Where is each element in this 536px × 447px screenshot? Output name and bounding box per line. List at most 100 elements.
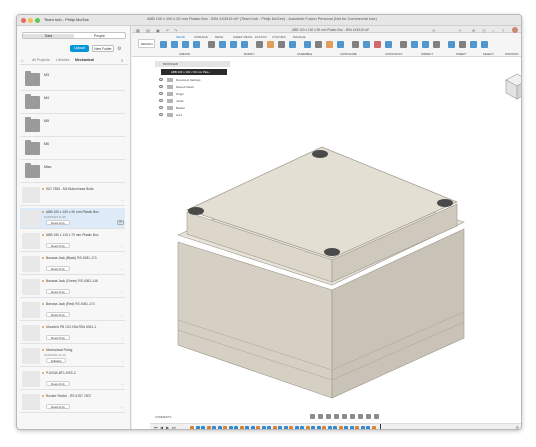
file-status-dropdown[interactable]: Editable [46, 358, 67, 363]
browser-header[interactable]: BROWSER [155, 61, 230, 67]
more-options-icon[interactable]: ⋯ [121, 359, 124, 363]
more-options-icon[interactable]: ⋯ [121, 290, 124, 294]
tool-icon[interactable] [256, 41, 263, 48]
timeline-feature-icon[interactable] [228, 426, 233, 429]
visibility-eye-icon[interactable] [159, 85, 163, 88]
tab-mesh[interactable]: MESH [215, 35, 223, 39]
timeline-start-icon[interactable]: ⏮ [154, 425, 158, 429]
tool-icon[interactable] [278, 41, 285, 48]
tool-icon[interactable] [160, 41, 167, 48]
tool-icon[interactable] [374, 41, 381, 48]
save-icon[interactable]: ▣ [156, 28, 160, 33]
nav-tool-icon[interactable] [342, 414, 347, 419]
visibility-eye-icon[interactable] [159, 92, 163, 95]
folder-row[interactable]: M3 [20, 70, 125, 91]
tool-icon[interactable] [481, 41, 488, 48]
file-status-dropdown[interactable]: Read-Only [46, 335, 70, 340]
nav-tool-icon[interactable] [310, 414, 315, 419]
visibility-eye-icon[interactable] [159, 78, 163, 81]
tool-icon[interactable] [182, 41, 189, 48]
tool-icon[interactable] [400, 41, 407, 48]
group-assemble[interactable]: ASSEMBLE [297, 52, 312, 56]
file-row[interactable]: Banana Jack (Black) RS 4081-174 Read-Only… [20, 254, 125, 275]
tab-sheet-metal[interactable]: SHEET METAL [233, 35, 253, 39]
timeline-feature-icon[interactable] [311, 426, 315, 429]
file-status-dropdown[interactable]: Read-Only [46, 312, 70, 317]
timeline-marker[interactable] [380, 424, 381, 429]
file-row[interactable]: ISO 7380 - M4 Buttonhead Bolts ⋯ [20, 185, 125, 206]
file-status-dropdown[interactable]: Read-Only [46, 266, 70, 271]
timeline-feature-icon[interactable] [333, 426, 337, 429]
tab-people[interactable]: People [74, 34, 125, 38]
timeline-feature-icon[interactable] [294, 426, 299, 429]
minimize-window-button[interactable] [28, 18, 33, 23]
tool-icon[interactable] [289, 41, 296, 48]
timeline-feature-icon[interactable] [283, 426, 288, 429]
avatar[interactable] [512, 26, 518, 33]
timeline-feature-icon[interactable] [234, 426, 238, 429]
folder-row[interactable]: M4 [20, 93, 125, 114]
tab-solid[interactable]: SOLID [176, 35, 185, 39]
file-status-dropdown[interactable]: Read-Only [46, 289, 70, 294]
timeline-feature-icon[interactable] [261, 426, 266, 429]
file-menu-icon[interactable]: ▤ [146, 28, 150, 33]
visibility-eye-icon[interactable] [159, 106, 163, 109]
job-status-icon[interactable]: ◷ [482, 28, 486, 33]
tool-icon[interactable] [411, 41, 418, 48]
new-folder-button[interactable]: New Folder [92, 45, 114, 52]
tool-icon[interactable] [337, 41, 344, 48]
timeline-feature-icon[interactable] [278, 426, 282, 429]
tool-icon[interactable] [352, 41, 359, 48]
more-options-icon[interactable]: ⋯ [121, 382, 124, 386]
timeline-back-icon[interactable]: ◀ [160, 425, 163, 429]
tab-data[interactable]: Data [23, 34, 74, 38]
timeline-feature-icon[interactable] [272, 426, 277, 429]
timeline-feature-icon[interactable] [201, 426, 205, 429]
grid-menu-icon[interactable]: ▦ [136, 28, 140, 33]
nav-tool-icon[interactable] [350, 414, 355, 419]
group-create[interactable]: CREATE [179, 52, 190, 56]
timeline-end-icon[interactable]: ⏭ [172, 425, 176, 429]
group-modify[interactable]: MODIFY [244, 52, 255, 56]
nav-tool-icon[interactable] [326, 414, 331, 419]
timeline-play-icon[interactable]: ▶ [166, 425, 169, 429]
tool-icon[interactable] [267, 41, 274, 48]
tool-icon[interactable] [315, 41, 322, 48]
timeline-feature-icon[interactable] [239, 426, 244, 429]
timeline-feature-icon[interactable] [217, 426, 222, 429]
tool-icon[interactable] [241, 41, 248, 48]
tool-icon[interactable] [433, 41, 440, 48]
more-options-icon[interactable]: ⋯ [121, 336, 124, 340]
group-select[interactable]: SELECT [483, 52, 494, 56]
comments-panel[interactable]: COMMENTS [155, 415, 171, 419]
nav-tool-icon[interactable] [358, 414, 363, 419]
nav-tool-icon[interactable] [318, 414, 323, 419]
undo-icon[interactable]: ↶ [166, 28, 169, 33]
file-status-dropdown[interactable]: Read-Only [46, 243, 70, 248]
nav-tool-icon[interactable] [366, 414, 371, 419]
folder-row[interactable]: Misc [20, 162, 125, 183]
extensions-icon[interactable]: ⊕ [472, 28, 475, 33]
timeline-feature-icon[interactable] [223, 426, 227, 429]
tab-plastic[interactable]: PLASTIC [255, 35, 267, 39]
group-insert[interactable]: INSERT [456, 52, 466, 56]
home-icon[interactable]: ⌂ [21, 58, 24, 63]
group-position[interactable]: POSITION [505, 52, 518, 56]
timeline[interactable]: ⏮ ◀ ▶ ⏭ ⚙ [150, 423, 521, 429]
group-construct[interactable]: CONSTRUCT [385, 52, 403, 56]
file-status-dropdown[interactable]: Read-Only [46, 220, 70, 225]
search-icon[interactable]: ⌕ [121, 58, 124, 63]
timeline-feature-icon[interactable] [366, 426, 370, 429]
timeline-feature-icon[interactable] [316, 426, 321, 429]
tool-icon[interactable] [470, 41, 477, 48]
timeline-feature-icon[interactable] [212, 426, 216, 429]
file-status-dropdown[interactable]: Read-Only [46, 404, 70, 409]
settings-gear-icon[interactable]: ⚙ [117, 46, 121, 52]
file-row[interactable]: P1003A-BF1-HSS-2 Read-Only ⋯ [20, 369, 125, 390]
timeline-feature-icon[interactable] [206, 426, 211, 429]
nav-tool-icon[interactable] [374, 414, 379, 419]
redo-icon[interactable]: ↷ [174, 28, 177, 33]
tool-icon[interactable] [422, 41, 429, 48]
tool-icon[interactable] [448, 41, 455, 48]
folder-row[interactable]: M6 [20, 139, 125, 160]
